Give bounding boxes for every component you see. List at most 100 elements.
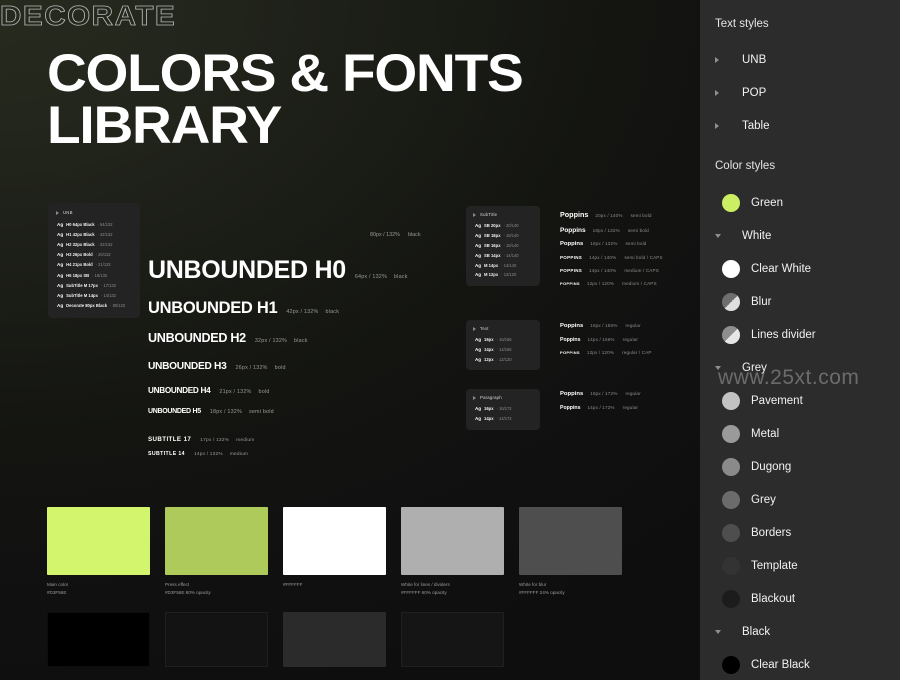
specimen-subtitle-14: SUBTITLE 14 14px / 132%medium: [148, 451, 248, 457]
style-row[interactable]: AgH3 26px Bold· 26/132: [54, 250, 134, 260]
color-swatch-chip[interactable]: [47, 507, 150, 575]
color-swatch-chip[interactable]: [47, 612, 150, 667]
sidebar-color-style-pavement[interactable]: Pavement: [700, 384, 900, 417]
style-row[interactable]: Ag14px· 14/156: [471, 345, 535, 355]
color-swatch-dot[interactable]: [722, 392, 740, 410]
sidebar-color-style-blackout[interactable]: Blackout: [700, 582, 900, 615]
sidebar-color-style-borders[interactable]: Borders: [700, 516, 900, 549]
style-row-sample: Ag: [475, 272, 481, 277]
sidebar-color-style-black[interactable]: Black: [700, 615, 900, 648]
poppins-specimen-weight: medium / CAPS: [624, 268, 659, 273]
color-swatch-dot[interactable]: [722, 326, 740, 344]
sidebar-color-style-blur[interactable]: Blur: [700, 285, 900, 318]
sidebar-color-style-clear-white[interactable]: Clear White: [700, 252, 900, 285]
sidebar-text-style-unb[interactable]: UNB: [700, 43, 900, 76]
style-row[interactable]: Ag16px· 16/172: [471, 404, 535, 414]
color-swatch-dot[interactable]: [722, 458, 740, 476]
subtitle-card-header[interactable]: SubTitle: [471, 211, 535, 221]
color-swatch[interactable]: #FFFFFF: [283, 507, 386, 597]
chevron-right-icon[interactable]: [473, 213, 476, 217]
style-row-meta: · 32/132: [98, 242, 113, 247]
style-row[interactable]: Ag12px· 12/120: [471, 355, 535, 365]
color-swatch-dot[interactable]: [722, 590, 740, 608]
color-swatch-dot[interactable]: [722, 194, 740, 212]
paragraph-style-card[interactable]: Paragraph Ag16px· 16/172Ag14px· 14/172: [466, 389, 540, 430]
sidebar-color-style-green[interactable]: Green: [700, 186, 900, 219]
style-row[interactable]: AgH1 42px Black· 42/132: [54, 229, 134, 239]
style-row[interactable]: AgM 14px· 14/140: [471, 260, 535, 270]
specimen-h1-word: UNBOUNDED H1: [148, 300, 277, 317]
sidebar-text-style-pop[interactable]: POP: [700, 76, 900, 109]
sidebar-color-style-template[interactable]: Template: [700, 549, 900, 582]
chevron-down-icon[interactable]: [715, 234, 725, 238]
color-swatch-dot[interactable]: [722, 656, 740, 674]
color-swatch-chip[interactable]: [519, 507, 622, 575]
color-swatch[interactable]: White for blur#FFFFFF 24% opacity: [519, 507, 622, 597]
style-row[interactable]: AgSB 18px· 18/140: [471, 231, 535, 241]
unb-style-card[interactable]: UNB AgH0 64px Black· 64/132AgH1 42px Bla…: [48, 203, 140, 318]
style-row[interactable]: AgSB 14px· 14/140: [471, 250, 535, 260]
color-swatch[interactable]: [165, 612, 268, 673]
style-row[interactable]: AgH4 21px Bold· 21/132: [54, 260, 134, 270]
style-row-sample: Ag: [475, 357, 481, 362]
chevron-right-icon[interactable]: [715, 90, 725, 96]
sidebar-text-style-table[interactable]: Table: [700, 109, 900, 142]
sidebar-item-label: Blur: [751, 296, 771, 308]
style-row[interactable]: AgH2 32px Black· 32/132: [54, 239, 134, 249]
sidebar-color-style-metal[interactable]: Metal: [700, 417, 900, 450]
chevron-down-icon[interactable]: [715, 630, 725, 634]
color-swatch-dot[interactable]: [722, 524, 740, 542]
color-swatch[interactable]: [283, 612, 386, 673]
color-swatch-dot[interactable]: [722, 425, 740, 443]
chevron-right-icon[interactable]: [56, 211, 59, 215]
sidebar-item-label: Pavement: [751, 395, 803, 407]
style-row[interactable]: AgSubTitle M 14px· 14/132: [54, 290, 134, 300]
chevron-right-icon[interactable]: [473, 396, 476, 400]
sidebar-color-style-white[interactable]: White: [700, 219, 900, 252]
color-swatch[interactable]: White for lines / dividers#FFFFFF 60% op…: [401, 507, 504, 597]
chevron-down-icon[interactable]: [715, 366, 725, 370]
style-row[interactable]: AgDecorate 80px Black· 80/132: [54, 301, 134, 311]
style-row[interactable]: AgH5 18px SB· 18/132: [54, 270, 134, 280]
style-row[interactable]: AgSB 16px· 16/140: [471, 241, 535, 251]
style-row[interactable]: AgH0 64px Black· 64/132: [54, 219, 134, 229]
color-swatch-chip[interactable]: [165, 612, 268, 667]
color-swatch-chip[interactable]: [283, 612, 386, 667]
style-row-meta: · 14/172: [497, 416, 512, 421]
sidebar-color-style-clear-black[interactable]: Clear Black: [700, 648, 900, 680]
style-row[interactable]: Ag16px· 16/156: [471, 335, 535, 345]
color-swatch-dot[interactable]: [722, 491, 740, 509]
color-swatch-dot[interactable]: [722, 260, 740, 278]
sidebar-color-style-grey[interactable]: Grey: [700, 351, 900, 384]
chevron-right-icon[interactable]: [715, 123, 725, 129]
sidebar-color-style-grey[interactable]: Grey: [700, 483, 900, 516]
color-swatch[interactable]: [401, 612, 504, 673]
style-row[interactable]: AgM 12px· 12/120: [471, 270, 535, 280]
specimen-h3-word: UNBOUNDED H3: [148, 361, 226, 372]
color-swatch-chip[interactable]: [401, 612, 504, 667]
color-swatch-chip[interactable]: [165, 507, 268, 575]
style-row-sample: Ag: [57, 252, 63, 257]
color-swatch[interactable]: Main color#D3F56E: [47, 507, 150, 597]
chevron-right-icon[interactable]: [715, 57, 725, 63]
chevron-right-icon[interactable]: [473, 327, 476, 331]
paragraph-card-header[interactable]: Paragraph: [471, 394, 535, 404]
poppins-specimen-weight: regular: [625, 323, 640, 328]
subtitle-style-card[interactable]: SubTitle AgSB 20px· 20/140AgSB 18px· 18/…: [466, 206, 540, 286]
color-swatch-dot[interactable]: [722, 557, 740, 575]
text-card-header[interactable]: Text: [471, 325, 535, 335]
color-swatch-dot[interactable]: [722, 293, 740, 311]
sidebar-color-style-lines-divider[interactable]: Lines divider: [700, 318, 900, 351]
unb-card-header[interactable]: UNB: [54, 209, 134, 219]
style-row[interactable]: AgSubTitle M 17px· 17/132: [54, 280, 134, 290]
color-swatch[interactable]: [47, 612, 150, 673]
style-row-meta: · 16/156: [497, 337, 512, 342]
style-row[interactable]: AgSB 20px· 20/140: [471, 221, 535, 231]
color-swatch[interactable]: Press effect#D3F56E 80% opacity: [165, 507, 268, 597]
style-row-name: H2 32px Black: [66, 242, 94, 247]
color-swatch-chip[interactable]: [401, 507, 504, 575]
color-swatch-chip[interactable]: [283, 507, 386, 575]
sidebar-color-style-dugong[interactable]: Dugong: [700, 450, 900, 483]
style-row[interactable]: Ag14px· 14/172: [471, 414, 535, 424]
text-style-card[interactable]: Text Ag16px· 16/156Ag14px· 14/156Ag12px·…: [466, 320, 540, 370]
